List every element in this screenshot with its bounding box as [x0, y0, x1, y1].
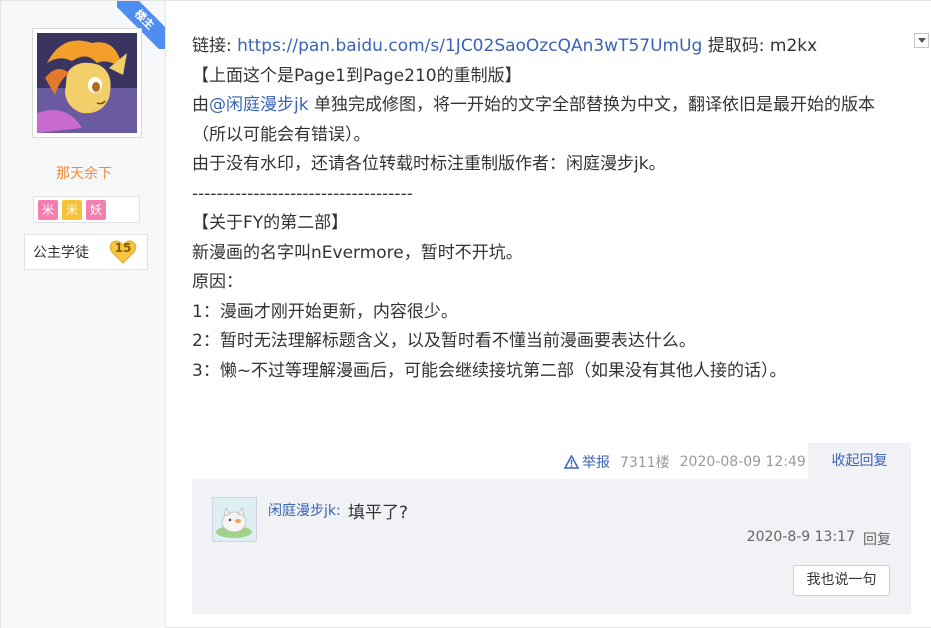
content-line-1: 链接: https://pan.baidu.com/s/1JC02SaoOzcQ… [192, 32, 892, 62]
content-line-5: 由于没有水印，还请各位转载时标注重制版作者：闲庭漫步jk。 [192, 154, 666, 174]
line3-rest: 单独完成修图，将一开始的文字全部替换为中文，翻译依旧是最开始的版本 [308, 95, 875, 115]
say-something-button[interactable]: 我也说一句 [793, 565, 890, 596]
reply-text: 填平了? [348, 503, 409, 523]
warning-icon [564, 455, 579, 469]
content-line-6: ------------------------------------ [192, 183, 413, 204]
reply-time: 2020-8-9 13:17 [746, 529, 855, 545]
level-badge: 15 [109, 238, 137, 266]
report-link[interactable]: 举报 [564, 452, 610, 472]
line3-prefix: 由 [192, 95, 209, 115]
level-title: 公主学徒 [33, 245, 89, 261]
pony-avatar-icon [37, 33, 137, 133]
cat-avatar-icon [213, 498, 256, 541]
reply-box: 闲庭漫步jk: 填平了? 2020-8-9 13:17 回复 我也说一句 [192, 479, 911, 614]
content-line-3: 由@闲庭漫步jk 单独完成修图，将一开始的文字全部替换为中文，翻译依旧是最开始的… [192, 91, 892, 121]
badge-1[interactable]: 米 [38, 199, 58, 220]
floor-number: 7311楼 [620, 455, 670, 471]
share-link[interactable]: https://pan.baidu.com/s/1JC02SaoOzcQAn3w… [237, 36, 702, 56]
post-content: 链接: https://pan.baidu.com/s/1JC02SaoOzcQ… [192, 32, 892, 386]
extract-code: 提取码: m2kx [702, 36, 818, 56]
reply-username[interactable]: 闲庭漫步jk: [268, 500, 341, 520]
content-line-9: 原因： [192, 272, 243, 292]
author-name[interactable]: 那天余下 [1, 163, 167, 183]
reply-button[interactable]: 回复 [863, 529, 891, 549]
post-frame: 楼主 那天余下 米 米 妖 公主学徒 15 链接: https://pan.ba… [0, 0, 931, 628]
badge-2[interactable]: 米 [62, 199, 82, 220]
content-line-8: 新漫画的名字叫nEvermore，暂时不开坑。 [192, 242, 523, 263]
content-line-11: 2：暂时无法理解标题含义，以及暂时看不懂当前漫画要表达什么。 [192, 331, 696, 351]
link-prefix: 链接: [192, 36, 238, 56]
author-column: 楼主 那天余下 米 米 妖 公主学徒 15 [0, 1, 166, 628]
level-number: 15 [114, 241, 132, 255]
badge-3[interactable]: 妖 [86, 199, 106, 220]
post-menu-dropdown-icon[interactable] [914, 33, 929, 48]
author-level[interactable]: 公主学徒 15 [24, 234, 148, 270]
content-line-4: （所以可能会有错误）。 [192, 124, 371, 145]
report-label: 举报 [582, 455, 610, 471]
reply-meta: 2020-8-9 13:17 回复 [747, 529, 891, 549]
reply-avatar[interactable] [212, 497, 257, 542]
content-line-10: 1：漫画才刚开始更新，内容很少。 [192, 301, 458, 322]
content-line-2: 【上面这个是Page1到Page210的重制版】 [192, 65, 522, 86]
post-time: 2020-08-09 12:49 [679, 454, 806, 470]
post-meta: 举报 7311楼 2020-08-09 12:49 [564, 452, 806, 472]
author-avatar[interactable] [32, 28, 142, 138]
content-line-7: 【关于FY的第二部】 [192, 213, 349, 233]
author-badges: 米 米 妖 [33, 196, 140, 223]
user-mention[interactable]: @闲庭漫步jk [209, 95, 309, 115]
content-line-12: 3：懒~不过等理解漫画后，可能会继续接坑第二部（如果没有其他人接的话）。 [192, 360, 787, 381]
collapse-replies-button[interactable]: 收起回复 [808, 443, 911, 479]
